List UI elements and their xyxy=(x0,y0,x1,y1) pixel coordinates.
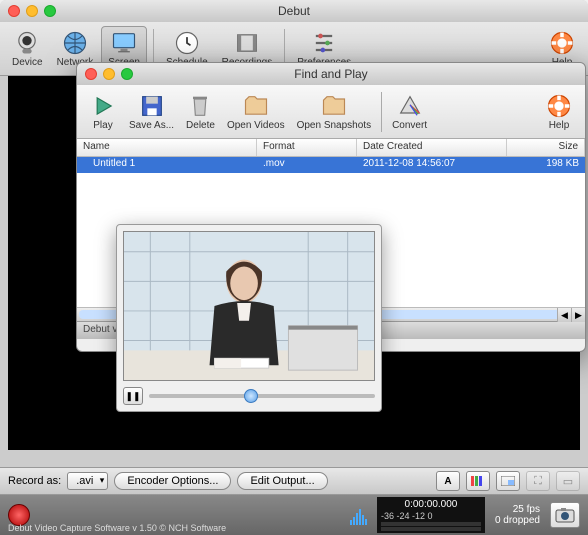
open-videos-label: Open Videos xyxy=(227,120,285,131)
child-titlebar: Find and Play xyxy=(77,63,585,85)
film-icon xyxy=(233,29,261,57)
close-icon[interactable] xyxy=(8,5,20,17)
fullscreen-button[interactable]: ⛶ xyxy=(526,471,550,491)
record-bar: Record as: .avi Encoder Options... Edit … xyxy=(0,467,588,495)
timecode: 0:00:00.000 xyxy=(381,499,481,510)
row-date: 2011-12-08 14:56:07 xyxy=(357,157,507,173)
scroll-arrows: ◀ ▶ xyxy=(557,308,585,322)
text-overlay-button[interactable]: A xyxy=(436,471,460,491)
slider-thumb-icon[interactable] xyxy=(244,389,258,403)
open-snapshots-button[interactable]: Open Snapshots xyxy=(291,90,378,133)
aspect-icon: ▭ xyxy=(563,475,573,488)
clock-icon xyxy=(173,29,201,57)
minimize-icon[interactable] xyxy=(26,5,38,17)
record-as-label: Record as: xyxy=(8,475,61,487)
pause-icon: ❚❚ xyxy=(125,391,140,402)
main-title: Debut xyxy=(56,4,532,18)
lifebuoy-icon xyxy=(545,92,573,120)
preview-thumbnail xyxy=(123,231,375,381)
device-label: Device xyxy=(12,57,43,68)
save-as-button[interactable]: Save As... xyxy=(123,90,180,133)
audio-meter-icon xyxy=(350,505,367,525)
delete-label: Delete xyxy=(186,120,215,131)
scroll-right-icon[interactable]: ▶ xyxy=(571,308,585,322)
traffic-lights xyxy=(8,5,56,17)
close-icon[interactable] xyxy=(85,68,97,80)
sliders-icon xyxy=(310,29,338,57)
list-header: Name Format Date Created Size xyxy=(77,139,585,157)
fps-value: 25 fps xyxy=(495,504,540,515)
convert-button[interactable]: Convert xyxy=(386,90,433,133)
floppy-icon xyxy=(138,92,166,120)
list-row[interactable]: Untitled 1 .mov 2011-12-08 14:56:07 198 … xyxy=(77,157,585,173)
watermark-button[interactable] xyxy=(496,471,520,491)
child-help-button[interactable]: Help xyxy=(539,90,579,133)
edit-output-button[interactable]: Edit Output... xyxy=(237,472,327,490)
play-button[interactable]: Play xyxy=(83,90,123,133)
open-videos-button[interactable]: Open Videos xyxy=(221,90,291,133)
overlay-icon xyxy=(501,476,515,486)
preview-controls: ❚❚ xyxy=(123,387,375,405)
toolbar-separator xyxy=(381,92,382,132)
dropped-value: 0 dropped xyxy=(495,515,540,526)
play-icon xyxy=(89,92,117,120)
open-snapshots-label: Open Snapshots xyxy=(297,120,372,131)
lifebuoy-icon xyxy=(548,29,576,57)
maximize-icon[interactable] xyxy=(121,68,133,80)
row-size: 198 KB xyxy=(507,157,585,173)
delete-button[interactable]: Delete xyxy=(180,90,221,133)
aspect-button[interactable]: ▭ xyxy=(556,471,580,491)
trash-icon xyxy=(186,92,214,120)
snapshot-button[interactable] xyxy=(550,502,580,528)
child-help-label: Help xyxy=(549,120,570,131)
col-date-header[interactable]: Date Created xyxy=(357,139,507,156)
format-dropdown[interactable]: .avi xyxy=(67,472,108,490)
level-track xyxy=(381,522,481,526)
level-meter: 0:00:00.000 -36 -24 -12 0 xyxy=(377,497,485,533)
color-bars-icon xyxy=(471,476,485,486)
save-as-label: Save As... xyxy=(129,120,174,131)
col-name-header[interactable]: Name xyxy=(77,139,257,156)
monitor-icon xyxy=(110,29,138,57)
convert-label: Convert xyxy=(392,120,427,131)
format-value: .avi xyxy=(76,475,93,487)
encoder-options-button[interactable]: Encoder Options... xyxy=(114,472,231,490)
webcam-icon xyxy=(13,29,41,57)
pause-button[interactable]: ❚❚ xyxy=(123,387,143,405)
level-labels: -36 -24 -12 0 xyxy=(381,511,481,521)
prism-icon xyxy=(396,92,424,120)
child-toolbar: Play Save As... Delete Open Videos Open … xyxy=(77,85,585,139)
folder-snapshot-icon xyxy=(320,92,348,120)
camera-icon xyxy=(555,507,575,523)
preview-popup: ❚❚ xyxy=(116,224,382,412)
text-a-icon: A xyxy=(444,476,451,487)
row-name: Untitled 1 xyxy=(77,157,257,173)
folder-video-icon xyxy=(242,92,270,120)
scroll-left-icon[interactable]: ◀ xyxy=(557,308,571,322)
device-button[interactable]: Device xyxy=(6,27,49,70)
level-track xyxy=(381,527,481,531)
col-format-header[interactable]: Format xyxy=(257,139,357,156)
minimize-icon[interactable] xyxy=(103,68,115,80)
col-size-header[interactable]: Size xyxy=(507,139,585,156)
globe-icon xyxy=(61,29,89,57)
maximize-icon[interactable] xyxy=(44,5,56,17)
main-titlebar: Debut xyxy=(0,0,588,22)
color-adjust-button[interactable] xyxy=(466,471,490,491)
row-format: .mov xyxy=(257,157,357,173)
fps-info: 25 fps 0 dropped xyxy=(495,504,540,526)
seek-slider[interactable] xyxy=(149,394,375,398)
footer-text: Debut Video Capture Software v 1.50 © NC… xyxy=(8,523,226,533)
expand-icon: ⛶ xyxy=(534,475,542,488)
play-label: Play xyxy=(93,120,112,131)
traffic-lights xyxy=(85,68,133,80)
child-title: Find and Play xyxy=(133,67,529,81)
